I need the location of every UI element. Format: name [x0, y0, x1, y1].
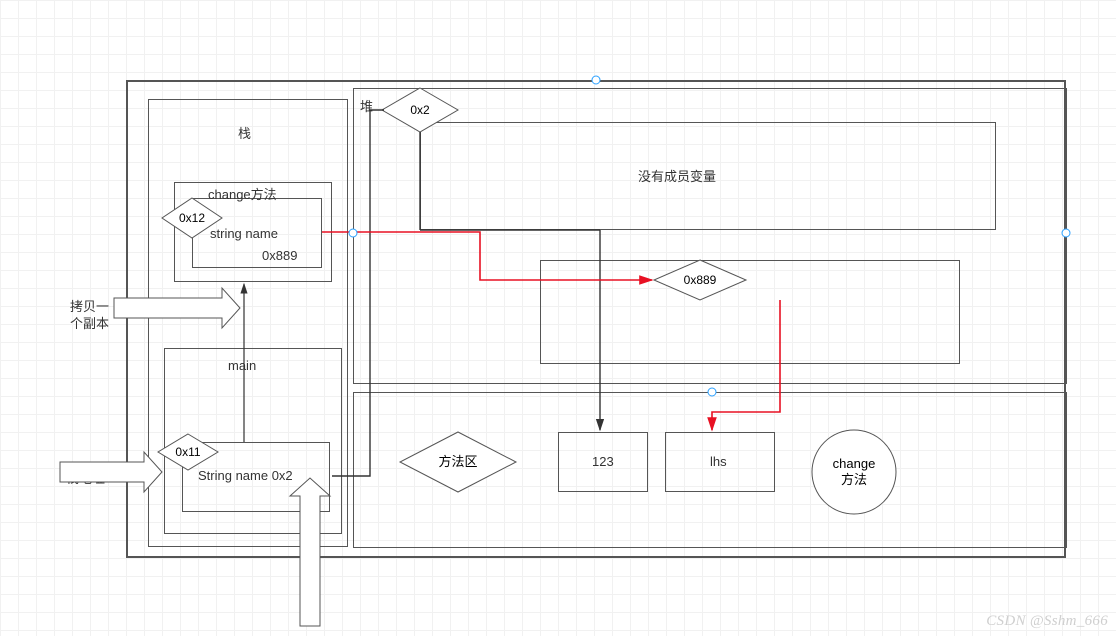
stack-addr-label: 栈地址	[66, 468, 105, 487]
no-member-label: 没有成员变量	[638, 166, 716, 185]
selection-handle[interactable]	[592, 76, 601, 85]
selection-handle[interactable]	[708, 388, 717, 397]
stack-title-label: 栈	[238, 123, 251, 142]
selection-handle[interactable]	[1062, 229, 1071, 238]
diagram-canvas: 栈 change方法 string name 0x889 main String…	[0, 0, 1116, 636]
string-name-line2: 0x889	[262, 248, 297, 263]
heap-label: 堆	[360, 96, 373, 115]
string-name-0x2: String name 0x2	[198, 468, 293, 483]
string-name-line1: string name	[210, 226, 278, 241]
change-method-label: change方法	[208, 184, 277, 203]
lower-heap-box	[540, 260, 960, 364]
val-lhs-label: lhs	[710, 454, 727, 469]
val-123-label: 123	[592, 454, 614, 469]
selection-handle[interactable]	[349, 229, 358, 238]
main-label: main	[228, 358, 256, 373]
copy-text-line2: 个副本	[70, 313, 109, 332]
watermark: CSDN @Sshm_666	[986, 613, 1108, 630]
